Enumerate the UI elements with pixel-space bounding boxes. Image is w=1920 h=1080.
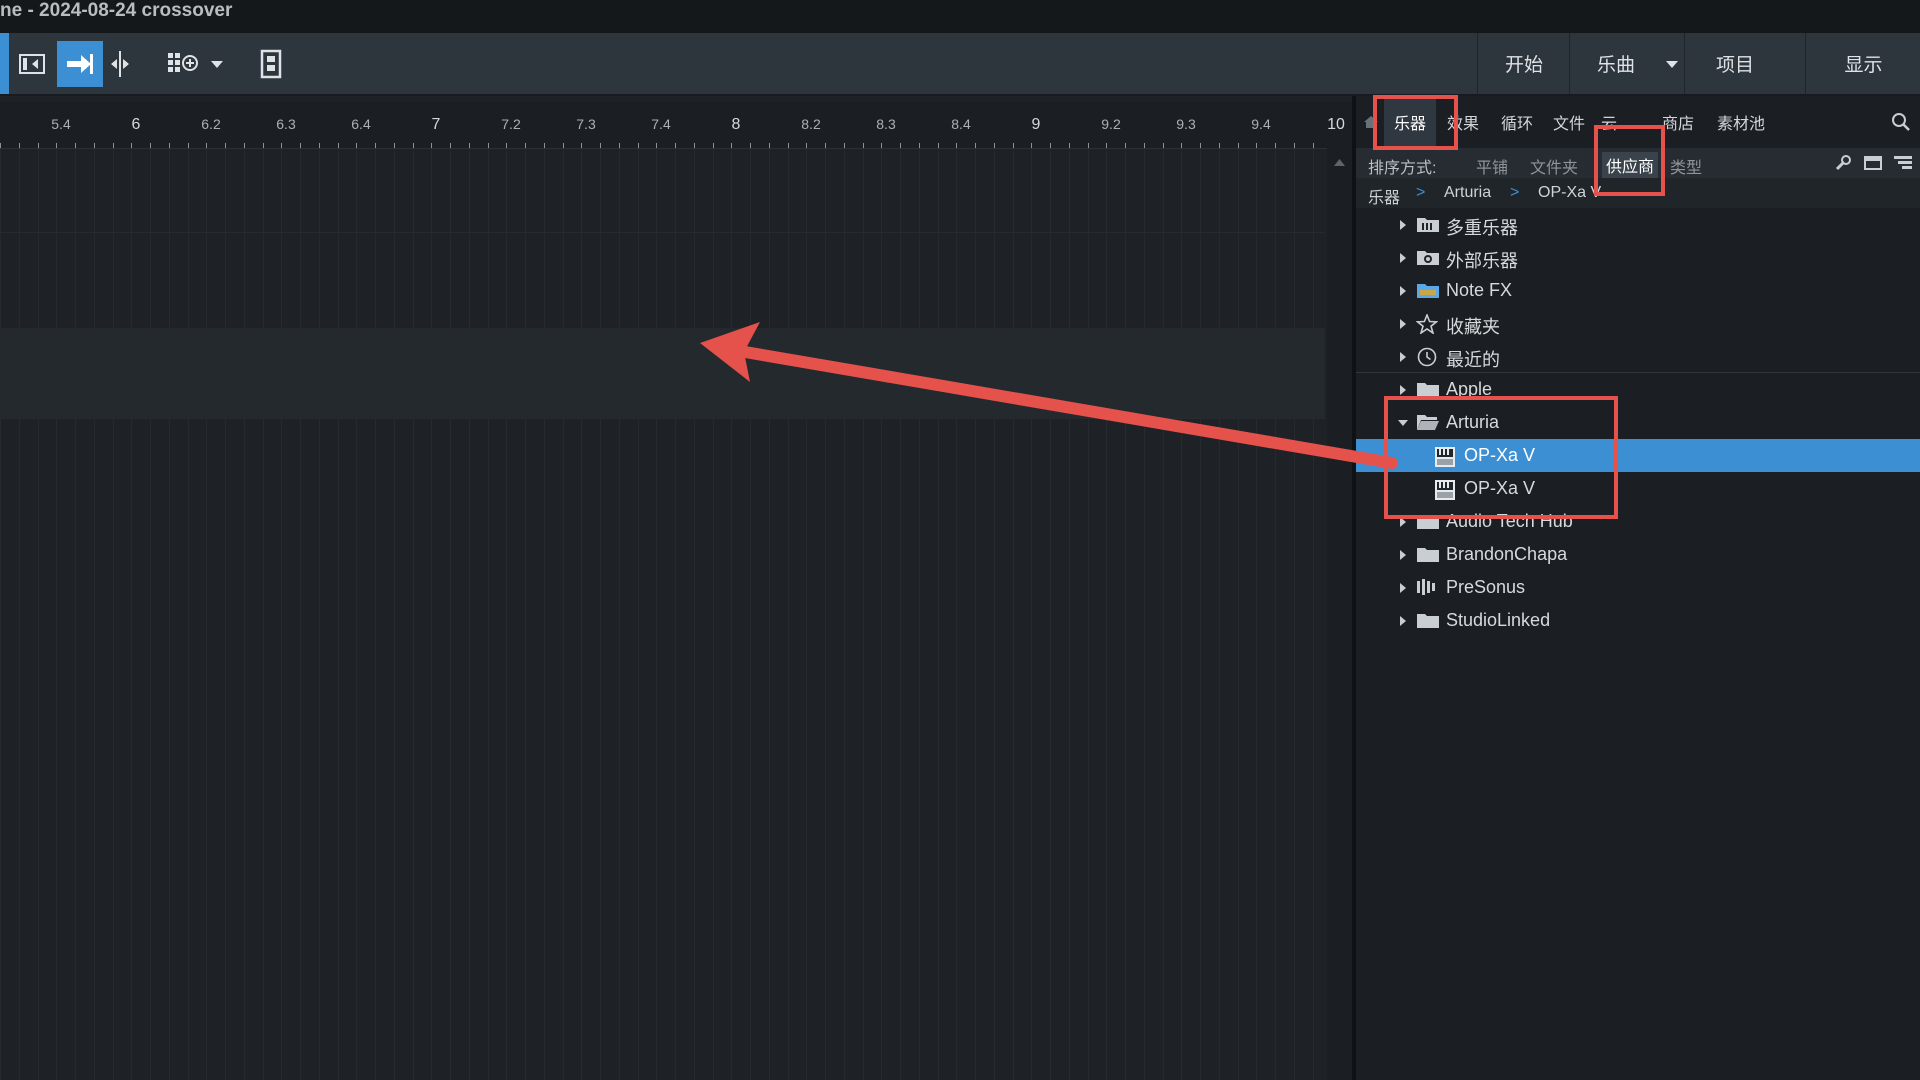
drag-arrow (700, 322, 1398, 469)
drag-arrow-shaft (739, 346, 1398, 469)
